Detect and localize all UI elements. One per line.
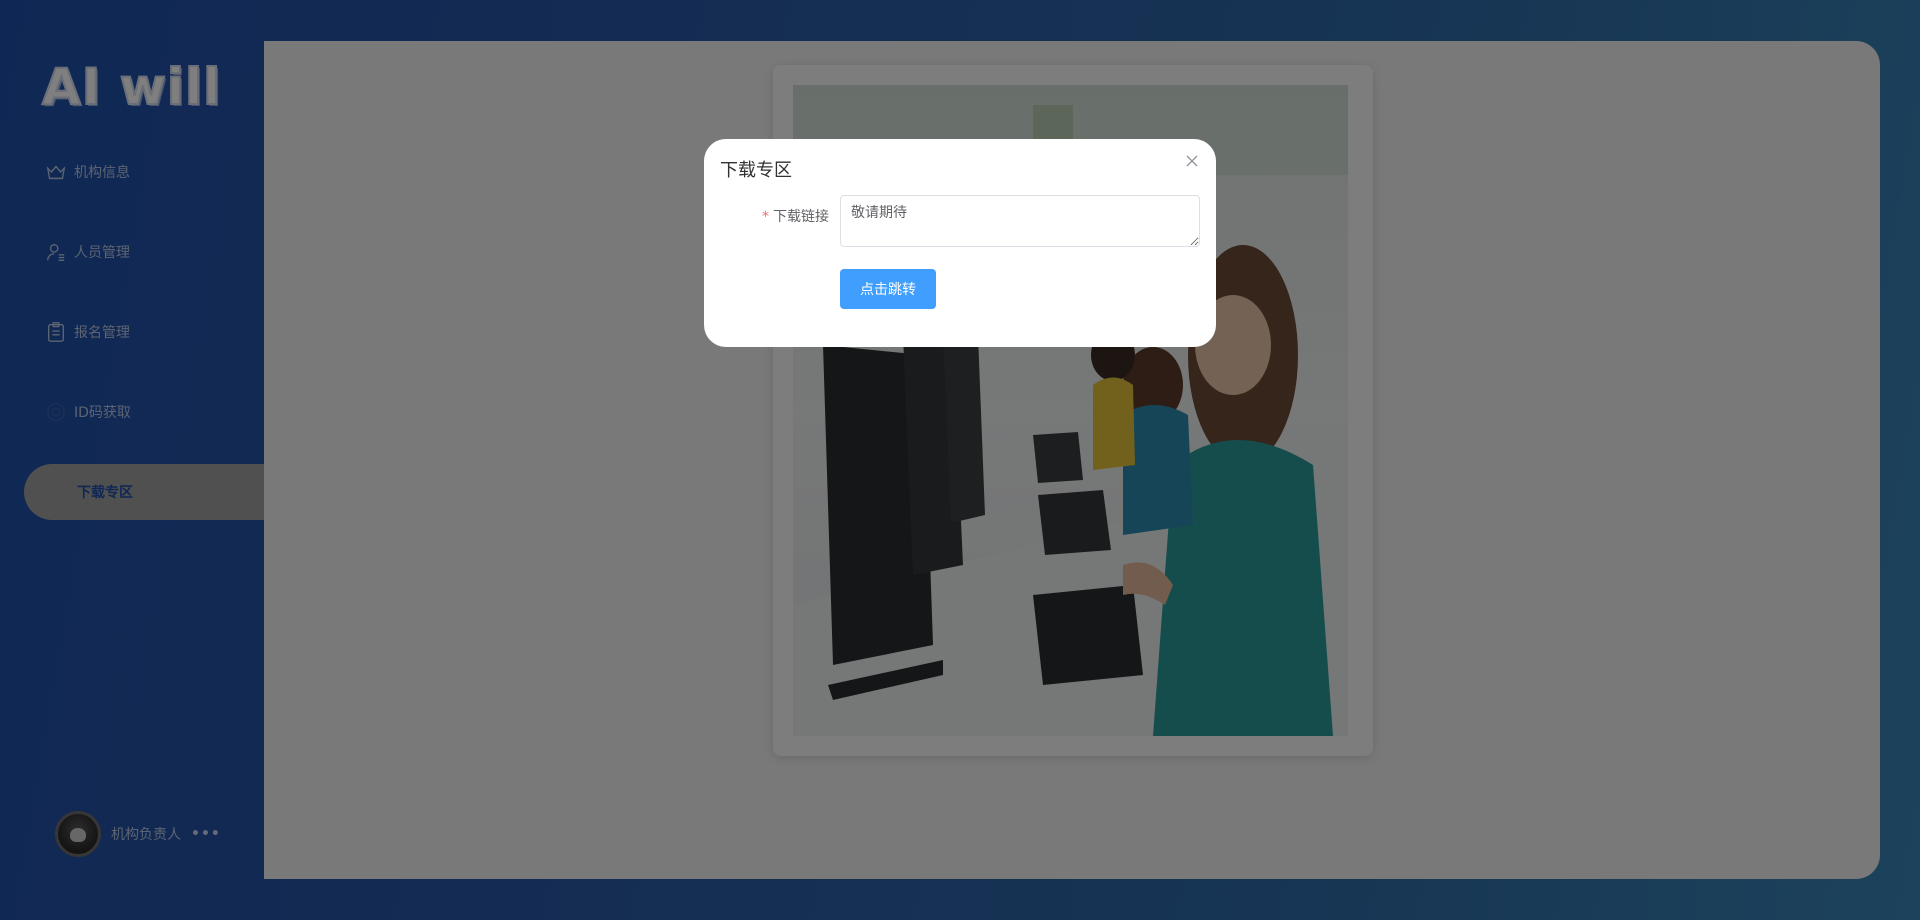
download-link-textarea[interactable]: 敬请期待 (840, 195, 1200, 247)
jump-button[interactable]: 点击跳转 (840, 269, 936, 309)
required-mark: * (762, 209, 769, 225)
close-icon[interactable] (1184, 153, 1200, 169)
download-link-label: * 下载链接 (704, 206, 829, 226)
field-label-text: 下载链接 (773, 209, 829, 225)
download-dialog: 下载专区 * 下载链接 敬请期待 点击跳转 (704, 139, 1216, 347)
dialog-title: 下载专区 (720, 160, 792, 181)
modal-overlay[interactable] (0, 0, 1920, 920)
